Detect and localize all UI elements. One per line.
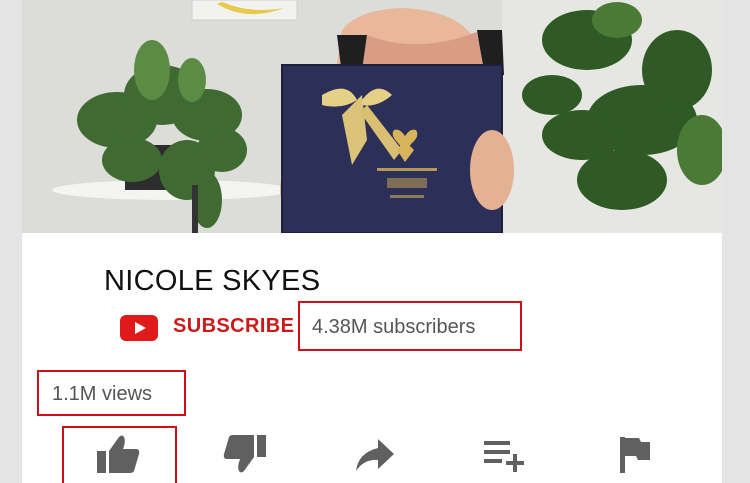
view-count: 1.1M views [52, 383, 153, 405]
video-frame [22, 0, 722, 233]
thumbs-down-icon[interactable] [222, 433, 268, 475]
thumbs-up-icon[interactable] [95, 433, 141, 475]
youtube-logo-icon [120, 315, 158, 341]
right-frame [722, 0, 750, 483]
subscribe-button[interactable]: SUBSCRIBE [173, 315, 294, 338]
video-player[interactable] [22, 0, 722, 233]
subscriber-count: 4.38M subscribers [312, 316, 476, 338]
left-frame [0, 0, 22, 483]
channel-name[interactable]: NICOLE SKYES [104, 265, 320, 298]
playlist-add-icon[interactable] [482, 433, 528, 475]
video-info-card: NICOLE SKYES SUBSCRIBE 4.38M subscribers… [22, 233, 722, 483]
share-icon[interactable] [352, 433, 398, 475]
flag-icon[interactable] [612, 433, 658, 475]
